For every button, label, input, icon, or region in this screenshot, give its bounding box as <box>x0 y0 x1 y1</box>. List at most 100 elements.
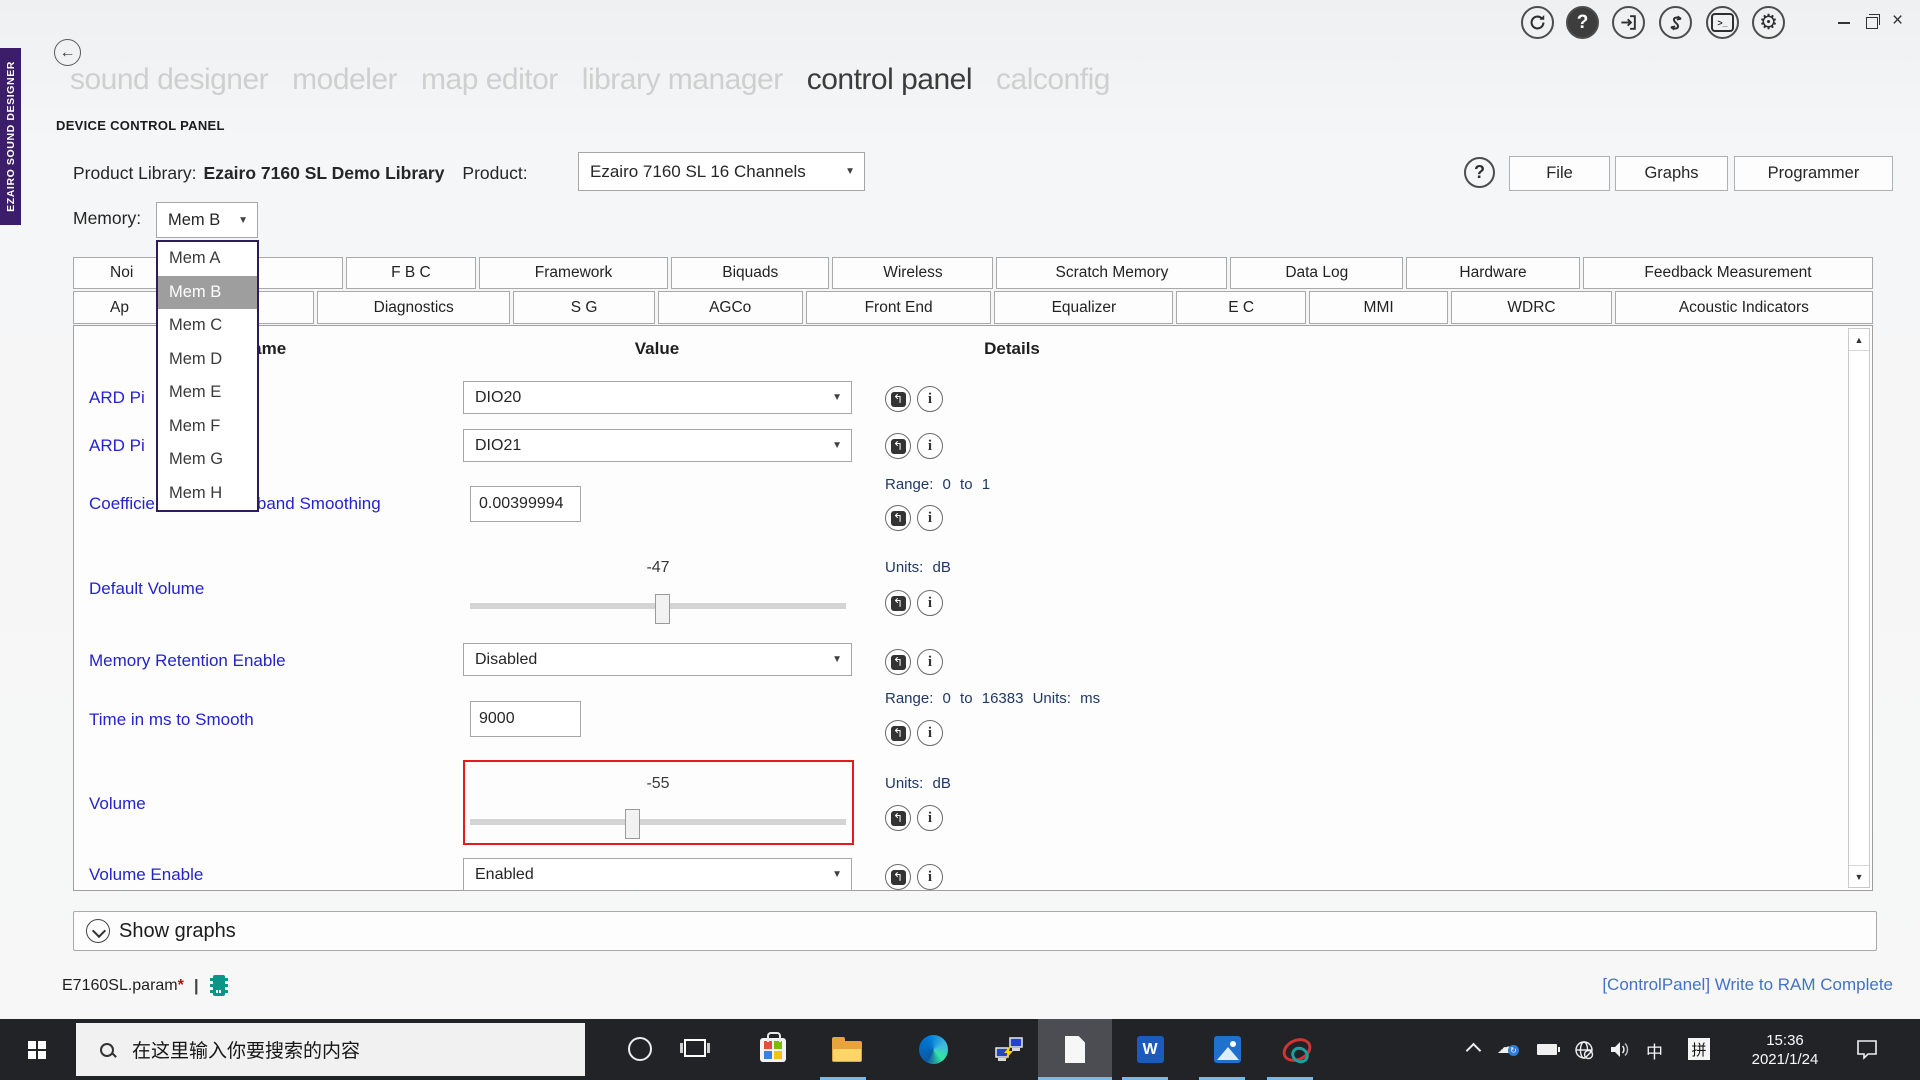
terminal-icon[interactable]: >_ <box>1706 6 1739 39</box>
revert-icon[interactable]: ↰ <box>885 505 911 531</box>
param-name[interactable]: Volume <box>89 794 146 814</box>
param-select[interactable]: DIO21▼ <box>463 429 852 462</box>
tab-mmi[interactable]: MMI <box>1309 291 1448 324</box>
dropdown-option[interactable]: Mem F <box>158 410 257 444</box>
info-icon[interactable]: i <box>917 505 943 531</box>
info-icon[interactable]: i <box>917 805 943 831</box>
cortana-button[interactable] <box>628 1037 652 1061</box>
back-button[interactable]: ← <box>54 39 81 66</box>
revert-icon[interactable]: ↰ <box>885 433 911 459</box>
param-name[interactable]: ARD Pi <box>89 436 145 456</box>
battery-icon[interactable] <box>1537 1044 1557 1055</box>
info-icon[interactable]: i <box>917 720 943 746</box>
nav-item-sound-designer[interactable]: sound designer <box>70 63 268 97</box>
taskbar-app-document[interactable] <box>1045 1019 1105 1080</box>
tab-feedback-measurement[interactable]: Feedback Measurement <box>1583 257 1873 289</box>
revert-icon[interactable]: ↰ <box>885 864 911 890</box>
param-name[interactable]: Time in ms to Smooth <box>89 710 254 730</box>
tab-wdrc[interactable]: WDRC <box>1451 291 1612 324</box>
info-icon[interactable]: i <box>917 590 943 616</box>
tray-expand-icon[interactable] <box>1466 1043 1482 1059</box>
help-button[interactable]: ? <box>1464 157 1495 188</box>
taskbar-app-file-explorer[interactable] <box>817 1019 877 1080</box>
taskbar-app-photos[interactable] <box>1197 1019 1257 1080</box>
param-name[interactable]: Volume Enable <box>89 865 203 885</box>
speaker-icon[interactable] <box>1610 1040 1632 1064</box>
onedrive-sync-icon[interactable]: ☁↻ <box>1497 1037 1515 1058</box>
dropdown-option[interactable]: Mem C <box>158 309 257 343</box>
param-select[interactable]: DIO20▼ <box>463 381 852 414</box>
taskbar-app-word[interactable]: W <box>1120 1019 1180 1080</box>
file-button[interactable]: File <box>1509 156 1610 191</box>
info-icon[interactable]: i <box>917 864 943 890</box>
nav-item-calconfig[interactable]: calconfig <box>996 63 1110 97</box>
tab-data-log[interactable]: Data Log <box>1230 257 1403 289</box>
info-icon[interactable]: i <box>917 433 943 459</box>
tab-acoustic-indicators[interactable]: Acoustic Indicators <box>1615 291 1873 324</box>
taskbar-search[interactable]: 在这里输入你要搜索的内容 <box>76 1023 585 1076</box>
scroll-up-arrow[interactable]: ▲ <box>1849 329 1869 351</box>
minimize-button[interactable] <box>1838 22 1850 24</box>
scroll-down-arrow[interactable]: ▼ <box>1849 865 1869 887</box>
tab-framework[interactable]: Framework <box>479 257 668 289</box>
param-name[interactable]: Default Volume <box>89 579 204 599</box>
refresh-icon[interactable] <box>1521 6 1554 39</box>
revert-icon[interactable]: ↰ <box>885 720 911 746</box>
dropdown-option[interactable]: Mem A <box>158 242 257 276</box>
task-view-button[interactable] <box>684 1039 706 1057</box>
start-button[interactable] <box>0 1019 74 1080</box>
restore-button[interactable] <box>1866 17 1878 29</box>
tab-biquads[interactable]: Biquads <box>671 257 829 289</box>
product-select[interactable]: Ezairo 7160 SL 16 Channels▼ <box>578 152 865 191</box>
programmer-button[interactable]: Programmer <box>1734 156 1893 191</box>
dropdown-option[interactable]: Mem G <box>158 443 257 477</box>
chip-icon[interactable] <box>209 973 229 998</box>
memory-select[interactable]: Mem B▼ <box>156 202 258 238</box>
vertical-scrollbar[interactable]: ▲ ▼ <box>1848 328 1870 888</box>
ime-mode-indicator[interactable]: 中 <box>1646 1038 1663 1063</box>
nav-item-modeler[interactable]: modeler <box>292 63 397 97</box>
tab-scratch-memory[interactable]: Scratch Memory <box>996 257 1227 289</box>
dropdown-option[interactable]: Mem H <box>158 477 257 511</box>
param-select[interactable]: Enabled▼ <box>463 858 852 891</box>
close-button[interactable]: × <box>1892 11 1903 30</box>
import-icon[interactable] <box>1612 6 1645 39</box>
tab-equalizer[interactable]: Equalizer <box>994 291 1173 324</box>
slider-thumb[interactable] <box>625 809 640 839</box>
dropdown-option[interactable]: Mem D <box>158 343 257 377</box>
tab-fbc[interactable]: F B C <box>346 257 476 289</box>
taskbar-app-audio-tool[interactable] <box>1265 1019 1325 1080</box>
network-globe-icon[interactable] <box>1574 1040 1594 1065</box>
revert-icon[interactable]: ↰ <box>885 805 911 831</box>
show-graphs-bar[interactable]: Show graphs <box>73 911 1877 951</box>
tab-hardware[interactable]: Hardware <box>1406 257 1580 289</box>
dropdown-option[interactable]: Mem E <box>158 376 257 410</box>
nav-item-control-panel[interactable]: control panel <box>807 63 972 97</box>
action-center-icon[interactable] <box>1856 1039 1878 1065</box>
tab-front-end[interactable]: Front End <box>806 291 992 324</box>
param-name[interactable]: ARD Pi <box>89 388 145 408</box>
param-select[interactable]: Disabled▼ <box>463 643 852 676</box>
revert-icon[interactable]: ↰ <box>885 386 911 412</box>
taskbar-app-remote-tool[interactable] <box>979 1019 1039 1080</box>
ime-layout-indicator[interactable]: 拼 <box>1688 1038 1710 1060</box>
param-input[interactable]: 0.00399994 <box>470 486 581 522</box>
tab-ec[interactable]: E C <box>1176 291 1306 324</box>
param-input[interactable]: 9000 <box>470 701 581 737</box>
taskbar-app-store[interactable] <box>743 1019 803 1080</box>
tab-agco[interactable]: AGCo <box>658 291 803 324</box>
nav-item-map-editor[interactable]: map editor <box>421 63 558 97</box>
taskbar-app-edge[interactable] <box>903 1019 963 1080</box>
settings-gear-icon[interactable]: ⚙ <box>1752 6 1785 39</box>
taskbar-clock[interactable]: 15:36 2021/1/24 <box>1737 1031 1833 1069</box>
tab-wireless[interactable]: Wireless <box>832 257 993 289</box>
info-icon[interactable]: i <box>917 649 943 675</box>
nav-item-library-manager[interactable]: library manager <box>582 63 783 97</box>
tab-sg[interactable]: S G <box>513 291 654 324</box>
dropdown-option-selected[interactable]: Mem B <box>158 276 257 310</box>
help-icon[interactable]: ? <box>1566 6 1599 39</box>
revert-icon[interactable]: ↰ <box>885 649 911 675</box>
transfer-icon[interactable] <box>1659 6 1692 39</box>
graphs-button[interactable]: Graphs <box>1615 156 1728 191</box>
info-icon[interactable]: i <box>917 386 943 412</box>
